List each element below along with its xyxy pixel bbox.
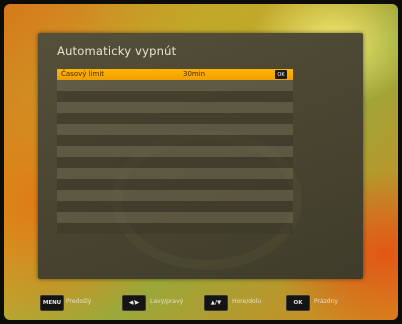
- empty-list-item: [57, 190, 293, 201]
- screen-frame-bottom: [0, 320, 402, 324]
- help-bar: MENU Predošlý ◀/▶ Lavý/pravý ▲/▼ Hore/do…: [38, 293, 363, 313]
- ok-key-label: Prázdny: [314, 298, 338, 305]
- settings-list: Časový limit 30min OK: [57, 69, 293, 245]
- time-limit-value[interactable]: 30min: [183, 70, 205, 78]
- empty-list-item: [57, 201, 293, 212]
- empty-list-item: [57, 113, 293, 124]
- empty-list-item: [57, 80, 293, 91]
- empty-list-item: [57, 157, 293, 168]
- left-right-key-icon: ◀/▶: [122, 295, 146, 311]
- empty-list-item: [57, 91, 293, 102]
- empty-list-item: [57, 223, 293, 234]
- list-item-time-limit[interactable]: Časový limit 30min OK: [57, 69, 293, 80]
- empty-list-item: [57, 168, 293, 179]
- empty-list-item: [57, 102, 293, 113]
- time-limit-label: Časový limit: [61, 70, 105, 78]
- empty-list-item: [57, 146, 293, 157]
- ok-icon[interactable]: OK: [275, 70, 287, 79]
- up-down-key-icon: ▲/▼: [204, 295, 228, 311]
- left-right-key-label: Lavý/pravý: [150, 298, 184, 305]
- page-title: Automaticky vypnút: [57, 44, 177, 58]
- menu-key-label: Predošlý: [66, 298, 92, 305]
- empty-list-item: [57, 135, 293, 146]
- up-down-key-label: Hore/dolu: [232, 298, 262, 305]
- empty-list-item: [57, 179, 293, 190]
- empty-list-item: [57, 212, 293, 223]
- menu-key-icon: MENU: [40, 295, 64, 311]
- empty-list-item: [57, 124, 293, 135]
- ok-key-icon: OK: [286, 295, 310, 311]
